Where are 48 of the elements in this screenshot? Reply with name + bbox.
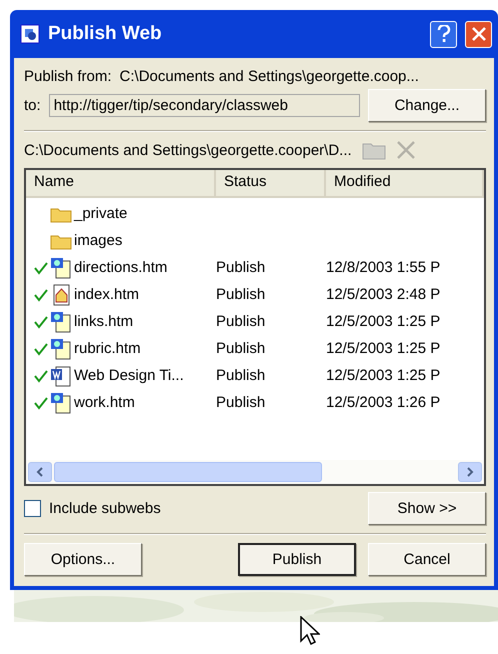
file-name: work.htm bbox=[74, 394, 135, 411]
to-label: to: bbox=[24, 97, 41, 114]
file-name: links.htm bbox=[74, 313, 134, 330]
column-header[interactable]: Name bbox=[26, 170, 216, 196]
window-title: Publish Web bbox=[48, 23, 163, 45]
publish-from-label: Publish from: bbox=[24, 68, 112, 85]
pointer-icon bbox=[300, 616, 320, 646]
modified-cell-text: 12/5/2003 1:25 P bbox=[326, 340, 442, 357]
column-header[interactable]: Modified bbox=[326, 170, 484, 196]
file-name: index.htm bbox=[74, 286, 140, 303]
modified-cell-text: 12/5/2003 1:25 P bbox=[326, 313, 442, 330]
dialog-button[interactable]: Publish bbox=[238, 543, 356, 576]
file-name: rubric.htm bbox=[74, 340, 141, 357]
status-cell-text: Publish bbox=[216, 286, 266, 303]
status-cell-text: Publish bbox=[216, 340, 266, 357]
status-cell-text: Publish bbox=[216, 259, 266, 276]
web-page-icon bbox=[50, 310, 72, 332]
dialog-button[interactable]: Options... bbox=[24, 543, 142, 576]
app-icon bbox=[20, 24, 40, 44]
checkbox[interactable] bbox=[24, 500, 41, 517]
close-icon bbox=[470, 26, 486, 42]
help-icon bbox=[436, 25, 450, 43]
modified-cell-text: 12/5/2003 2:48 P bbox=[326, 286, 442, 303]
document-icon bbox=[50, 364, 72, 386]
status-cell-text: Publish bbox=[216, 313, 266, 330]
horizontal-scrollbar[interactable] bbox=[26, 460, 484, 484]
checkbox-label: Include subwebs bbox=[49, 500, 161, 517]
web-page-icon bbox=[50, 256, 72, 278]
web-page-icon bbox=[50, 392, 72, 414]
file-name: _private bbox=[74, 205, 128, 222]
close-button[interactable] bbox=[465, 20, 492, 48]
file-name: Web Design Ti... bbox=[74, 367, 184, 384]
status-cell-text: Publish bbox=[216, 367, 266, 384]
publish-from-path: C:\Documents and Settings\georgette.coop... bbox=[120, 68, 419, 85]
change-button[interactable]: Change... bbox=[368, 89, 486, 122]
file-name: directions.htm bbox=[74, 259, 168, 276]
modified-cell-text: 12/8/2003 1:55 P bbox=[326, 259, 442, 276]
show-button[interactable]: Show >> bbox=[368, 492, 486, 525]
destination-field[interactable]: http://tigger/tip/secondary/classweb bbox=[48, 94, 360, 117]
folder-path: C:\Documents and Settings\georgette.cooper\D... bbox=[24, 142, 352, 158]
file-name: images bbox=[74, 232, 122, 249]
help-button[interactable] bbox=[430, 20, 457, 48]
modified-cell-text: 12/5/2003 1:26 P bbox=[326, 394, 442, 411]
web-page-icon bbox=[50, 338, 72, 360]
dialog-button[interactable]: Cancel bbox=[368, 543, 486, 576]
column-header[interactable]: Status bbox=[216, 170, 326, 196]
status-cell-text: Publish bbox=[216, 394, 266, 411]
modified-cell-text: 12/5/2003 1:25 P bbox=[326, 367, 442, 384]
